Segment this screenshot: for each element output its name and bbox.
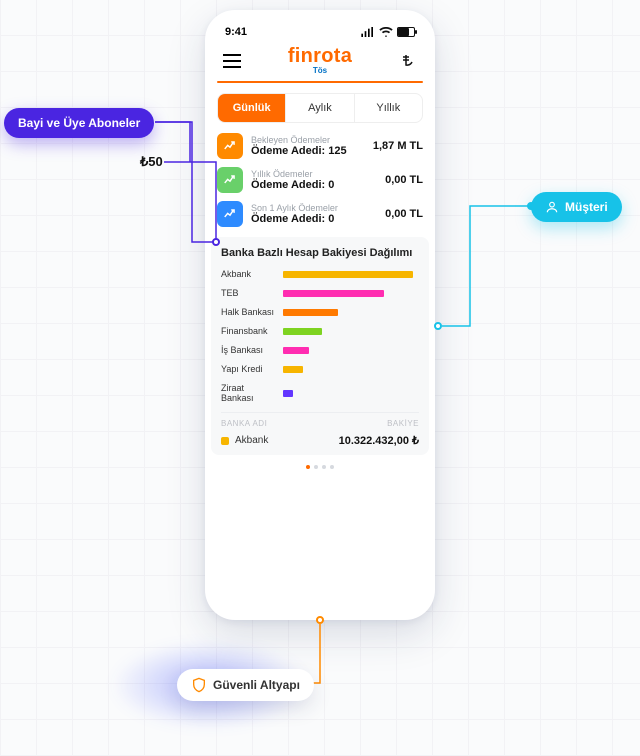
connector-node-right xyxy=(434,322,442,330)
annotation-amount: ₺50 xyxy=(140,154,163,170)
annotation-pill-customer: Müşteri xyxy=(531,192,622,222)
connector-node-bottom xyxy=(316,616,324,624)
pill-label: Müşteri xyxy=(565,200,608,214)
pill-label: Bayi ve Üye Aboneler xyxy=(18,116,140,130)
connector-node-left xyxy=(212,238,220,246)
pill-label: Güvenli Altyapı xyxy=(213,678,300,692)
user-icon xyxy=(545,200,559,214)
shield-icon xyxy=(191,677,207,693)
annotation-pill-security: Güvenli Altyapı xyxy=(177,669,314,701)
annotation-pill-subscribers: Bayi ve Üye Aboneler xyxy=(4,108,154,138)
